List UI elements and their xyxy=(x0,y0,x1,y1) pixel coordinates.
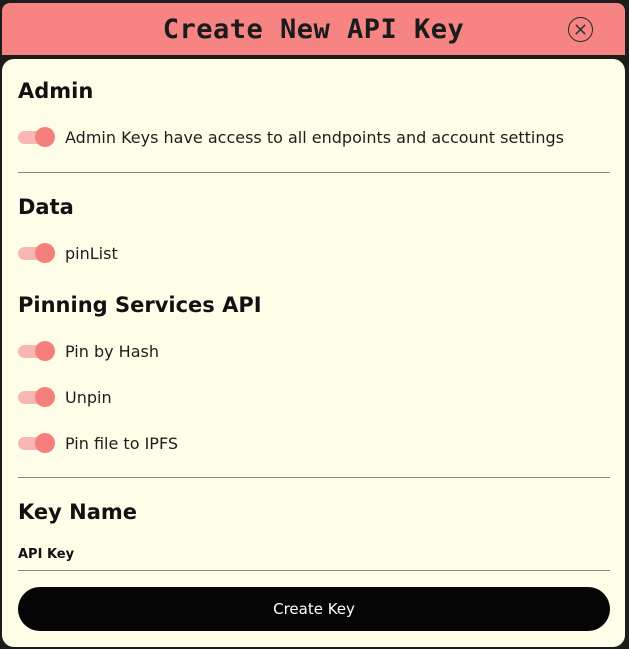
create-key-button[interactable]: Create Key xyxy=(18,587,610,631)
section-title-admin: Admin xyxy=(18,79,94,103)
toggle-knob xyxy=(35,387,55,407)
toggle-label-pin-file: Pin file to IPFS xyxy=(65,433,179,453)
pinlist-toggle[interactable] xyxy=(18,242,56,264)
close-icon xyxy=(575,24,586,35)
unpin-toggle[interactable] xyxy=(18,386,56,408)
toggle-row-pinlist: pinList xyxy=(18,242,118,264)
toggle-knob xyxy=(35,433,55,453)
toggle-knob xyxy=(35,127,55,147)
section-title-data: Data xyxy=(18,195,74,219)
toggle-knob xyxy=(35,341,55,361)
create-api-key-modal: Create New API Key Admin Admin Keys have… xyxy=(0,0,629,649)
pin-by-hash-toggle[interactable] xyxy=(18,340,56,362)
toggle-label-unpin: Unpin xyxy=(65,387,112,407)
close-button[interactable] xyxy=(568,17,593,42)
section-title-pinning: Pinning Services API xyxy=(18,293,262,317)
section-title-key-name: Key Name xyxy=(18,500,138,524)
toggle-row-pin-file: Pin file to IPFS xyxy=(18,432,178,454)
toggle-label-admin: Admin Keys have access to all endpoints … xyxy=(65,127,564,147)
modal-header: Create New API Key xyxy=(2,3,625,55)
key-name-input[interactable] xyxy=(18,557,610,571)
modal-body: Admin Admin Keys have access to all endp… xyxy=(2,59,625,647)
modal-title: Create New API Key xyxy=(162,13,465,45)
toggle-row-unpin: Unpin xyxy=(18,386,112,408)
toggle-row-admin: Admin Keys have access to all endpoints … xyxy=(18,126,564,148)
toggle-label-pin-by-hash: Pin by Hash xyxy=(65,341,159,361)
toggle-label-pinlist: pinList xyxy=(65,243,118,263)
admin-toggle[interactable] xyxy=(18,126,56,148)
toggle-knob xyxy=(35,243,55,263)
pin-file-toggle[interactable] xyxy=(18,432,56,454)
divider xyxy=(18,477,610,478)
input-underline xyxy=(18,570,610,571)
toggle-row-pin-by-hash: Pin by Hash xyxy=(18,340,159,362)
divider xyxy=(18,172,610,173)
